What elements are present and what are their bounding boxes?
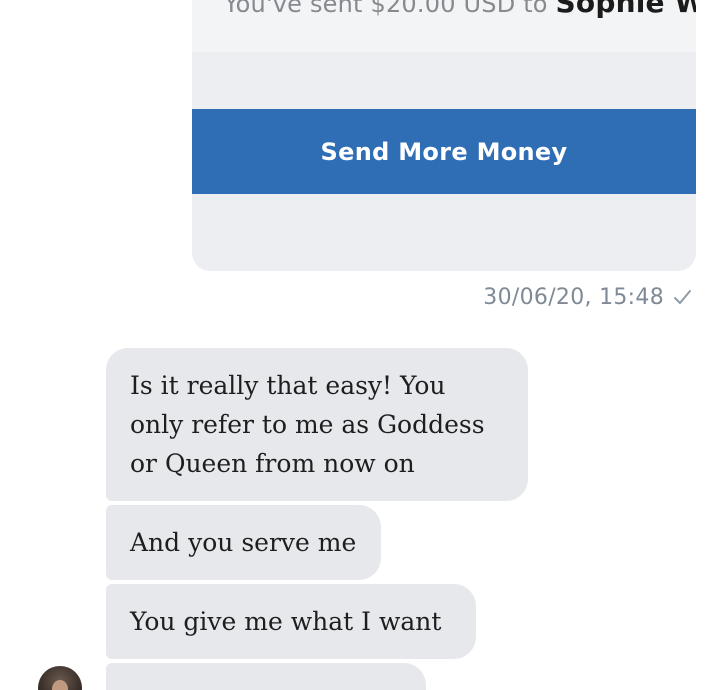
chat-screen: You've sent $20.00 USD to Sophie West Se…	[0, 0, 720, 690]
avatar-face	[52, 680, 68, 690]
single-check-icon	[674, 290, 691, 304]
incoming-message-bubble[interactable]: Is it really that easy! You only refer t…	[106, 348, 528, 501]
sender-avatar[interactable]	[38, 666, 82, 690]
message-timestamp: 30/06/20, 15:48	[483, 284, 664, 310]
payment-message-card[interactable]: You've sent $20.00 USD to Sophie West Se…	[192, 0, 696, 271]
incoming-message-bubble[interactable]: And you serve me	[106, 505, 381, 580]
payment-sent-label: You've sent $20.00 USD to	[224, 0, 548, 18]
incoming-message-bubble[interactable]: You give me what I want	[106, 584, 476, 659]
message-status-row: 30/06/20, 15:48	[483, 282, 692, 312]
payment-recipient-name: Sophie West	[555, 0, 696, 19]
payment-confirmation-text: You've sent $20.00 USD to Sophie West	[224, 0, 696, 19]
incoming-message-bubble[interactable]	[106, 663, 426, 690]
send-more-money-button[interactable]: Send More Money	[192, 109, 696, 194]
payment-confirmation-area: You've sent $20.00 USD to Sophie West	[192, 0, 696, 52]
